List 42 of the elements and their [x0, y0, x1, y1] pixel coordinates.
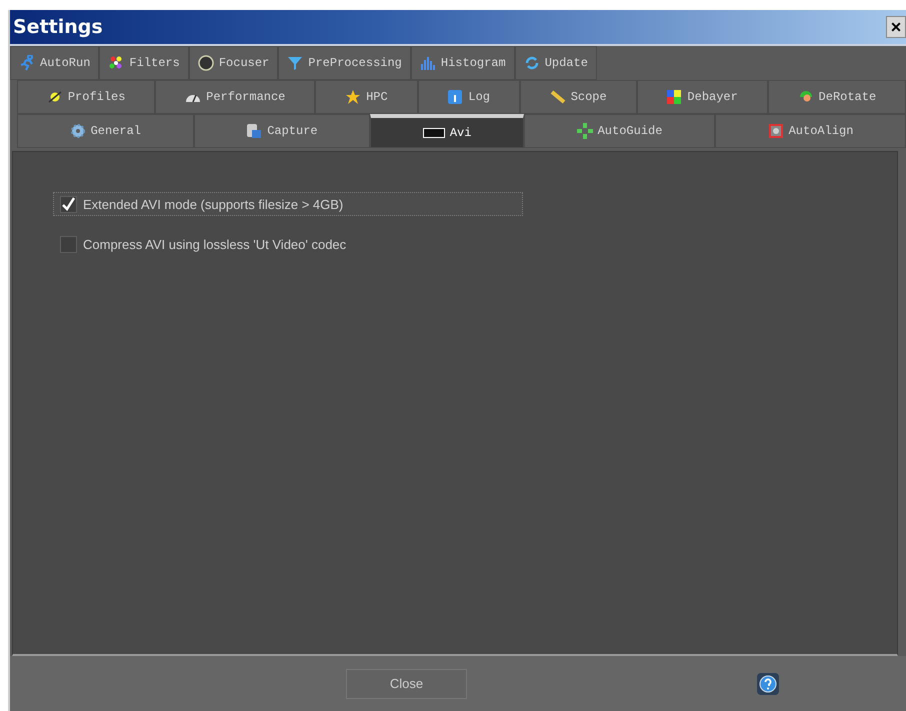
gear-icon [70, 123, 86, 139]
bar-chart-icon [420, 55, 436, 71]
checkmark-icon [62, 197, 75, 211]
checkbox[interactable] [60, 236, 77, 252]
settings-tab[interactable]: AutoAlign [715, 114, 906, 148]
settings-tab[interactable]: Capture [194, 114, 370, 148]
planet-icon [46, 89, 63, 105]
settings-tab[interactable]: Avi [370, 114, 524, 148]
target-square-icon [768, 123, 784, 139]
disk-icon [246, 123, 262, 139]
color-squares-icon [666, 89, 682, 105]
settings-tab[interactable]: Performance [155, 80, 316, 114]
knob-icon [198, 55, 214, 71]
help-icon[interactable] [757, 672, 779, 694]
settings-tab[interactable]: Update [514, 46, 597, 80]
settings-tab[interactable]: AutoGuide [524, 114, 716, 148]
funnel-icon [287, 55, 304, 71]
checkbox-option[interactable]: Compress AVI using lossless 'Ut Video' codec [53, 232, 523, 256]
avi-file-icon [422, 126, 445, 140]
settings-tab[interactable]: HPC [315, 80, 418, 114]
info-window-icon [447, 89, 464, 105]
settings-tab[interactable]: AutoRun [10, 46, 100, 80]
settings-tab[interactable]: Histogram [410, 46, 515, 80]
close-dialog-button[interactable]: Close [346, 668, 467, 698]
checkbox-option[interactable]: Extended AVI mode (supports filesize > 4GB) [53, 192, 523, 216]
settings-tab[interactable]: Focuser [188, 46, 278, 80]
settings-tab[interactable]: General [17, 114, 194, 148]
close-button[interactable]: × [886, 16, 906, 38]
star-icon [345, 89, 362, 105]
window-title: Settings [12, 16, 103, 38]
settings-tab[interactable]: PreProcessing [278, 46, 411, 80]
settings-tab[interactable]: Debayer [636, 80, 768, 114]
settings-tab[interactable]: Log [418, 80, 520, 114]
settings-tab[interactable]: DeRotate [768, 80, 906, 114]
colored-dots-icon [108, 55, 124, 71]
settings-tab[interactable]: Scope [520, 80, 637, 114]
checkbox[interactable] [60, 196, 77, 212]
settings-tab[interactable]: Filters [99, 46, 189, 80]
running-figure-icon [19, 55, 35, 71]
settings-tab[interactable]: Profiles [17, 80, 156, 114]
refresh-icon [524, 55, 540, 71]
crosshair-icon [576, 123, 593, 139]
